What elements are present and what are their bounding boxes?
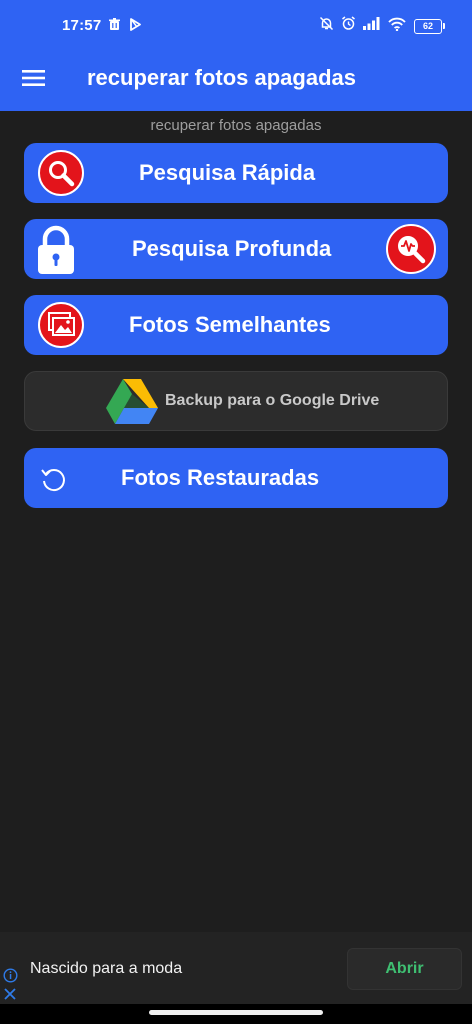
photos-icon [38,302,84,348]
wifi-icon [388,17,406,31]
restored-photos-button[interactable]: Fotos Restauradas [24,448,448,508]
ad-open-button[interactable]: Abrir [347,948,462,990]
quick-search-button[interactable]: Pesquisa Rápida [24,143,448,203]
app-bar: recuperar fotos apagadas [0,44,472,111]
deep-search-button[interactable]: Pesquisa Profunda [24,219,448,279]
status-time: 17:57 [62,17,102,34]
close-icon[interactable] [3,987,17,1001]
page-subtitle: recuperar fotos apagadas [150,117,322,134]
alarm-icon [342,16,355,30]
status-bar: 17:57 62 [0,0,472,44]
restored-photos-label: Fotos Restauradas [121,465,320,490]
similar-photos-button[interactable]: Fotos Semelhantes [24,295,448,355]
status-system-icons [319,16,406,31]
play-store-icon [130,18,141,31]
info-icon[interactable] [3,968,18,983]
drive-backup-button[interactable]: Backup para o Google Drive [24,371,448,431]
magnifier-pulse-icon [386,224,436,274]
restore-icon [41,469,65,492]
battery-indicator: 62 [414,19,445,34]
similar-photos-label: Fotos Semelhantes [129,312,331,337]
hamburger-menu-icon [22,70,45,86]
quick-search-label: Pesquisa Rápida [139,160,316,185]
ad-banner[interactable]: Nascido para a moda Abrir [0,932,472,1004]
signal-icon [363,17,380,30]
status-notification-icons [108,18,142,31]
navigation-bar [0,1004,472,1024]
padlock-icon [38,225,74,274]
drive-backup-label: Backup para o Google Drive [165,392,380,409]
bell-off-icon [319,16,334,31]
trash-icon [109,18,120,30]
magnifier-icon [38,150,84,196]
ad-text: Nascido para a moda [30,960,183,977]
home-indicator[interactable] [149,1010,323,1015]
menu-button[interactable] [14,60,54,96]
deep-search-label: Pesquisa Profunda [132,236,332,261]
app-title: recuperar fotos apagadas [87,65,356,90]
google-drive-icon [106,379,158,424]
